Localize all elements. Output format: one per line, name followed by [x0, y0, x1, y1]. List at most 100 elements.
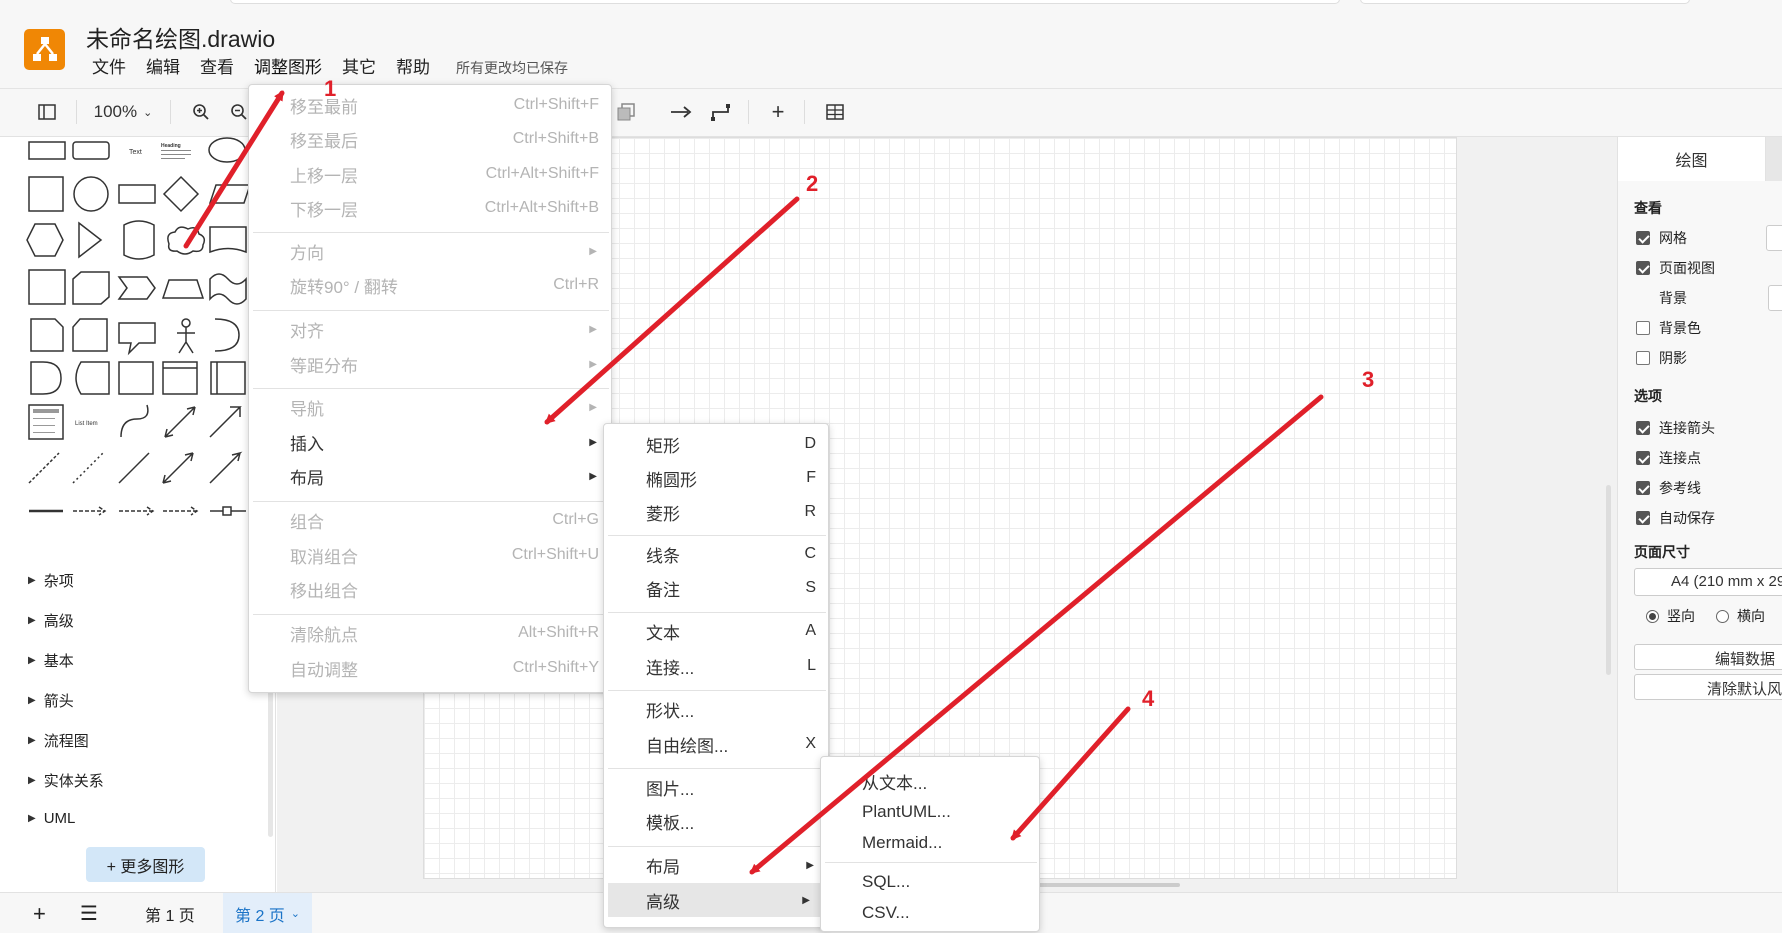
- menu-extras[interactable]: 其它: [342, 56, 376, 80]
- option-label: 横向: [1737, 608, 1765, 624]
- menu-item-direction[interactable]: 方向 ▶: [249, 234, 611, 268]
- checkbox-checked[interactable]: [1636, 261, 1650, 275]
- menu-item-send-backward[interactable]: 下移一层 Ctrl+Alt+Shift+B: [249, 191, 611, 225]
- menu-item-autosize[interactable]: 自动调整 Ctrl+Shift+Y: [249, 651, 611, 685]
- format-panel: 绘图 查看 网格 页面视图 背景 背景色 阴影 选项 连接箭头 连接点 参考线 …: [1617, 137, 1782, 892]
- category-arrows[interactable]: ▶ 箭头: [28, 690, 74, 711]
- checkbox-unchecked[interactable]: [1636, 351, 1650, 365]
- hamburger-icon[interactable]: ☰: [80, 893, 98, 933]
- zoom-select[interactable]: 100% ⌄: [88, 99, 158, 125]
- menu-item-group[interactable]: 组合 Ctrl+G: [249, 503, 611, 537]
- general-shapes[interactable]: Text Heading List Item: [25, 137, 252, 537]
- waypoint-icon[interactable]: [708, 99, 734, 125]
- menu-help[interactable]: 帮助: [396, 56, 430, 80]
- option-shadow[interactable]: 阴影: [1636, 348, 1687, 368]
- page-size-select[interactable]: A4 (210 mm x 297 mm): [1634, 568, 1782, 596]
- edit-data-button[interactable]: 编辑数据: [1634, 644, 1782, 670]
- orientation-portrait[interactable]: 竖向: [1646, 606, 1695, 626]
- shadow-copy-icon[interactable]: [613, 99, 639, 125]
- plus-icon[interactable]: +: [765, 99, 791, 125]
- menu-item-distribute[interactable]: 等距分布 ▶: [249, 347, 611, 381]
- insert-text[interactable]: 文本 A: [604, 614, 828, 648]
- background-button[interactable]: [1768, 285, 1782, 311]
- menu-item-navigation[interactable]: 导航 ▶: [249, 390, 611, 424]
- option-guides[interactable]: 参考线: [1636, 478, 1701, 498]
- insert-ellipse[interactable]: 椭圆形 F: [604, 461, 828, 495]
- category-misc[interactable]: ▶ 杂项: [28, 570, 74, 591]
- menu-item-remove-from-group[interactable]: 移出组合: [249, 572, 611, 606]
- checkbox-checked[interactable]: [1636, 451, 1650, 465]
- menu-arrange[interactable]: 调整图形: [254, 56, 322, 80]
- advanced-plantuml[interactable]: PlantUML...: [821, 795, 1039, 829]
- canvas-horizontal-scrollbar[interactable]: [1020, 883, 1180, 887]
- menu-item-ungroup[interactable]: 取消组合 Ctrl+Shift+U: [249, 538, 611, 572]
- caret-right-icon: ▶: [28, 775, 36, 786]
- tab-diagram[interactable]: 绘图: [1618, 137, 1766, 181]
- tab-page-2[interactable]: 第 2 页 ⌄: [223, 893, 313, 933]
- view-heading: 查看: [1634, 200, 1662, 216]
- canvas-vertical-scrollbar[interactable]: [1606, 485, 1611, 675]
- menu-item-to-back[interactable]: 移至最后 Ctrl+Shift+B: [249, 122, 611, 156]
- category-basic[interactable]: ▶ 基本: [28, 650, 74, 671]
- checkbox-checked[interactable]: [1636, 421, 1650, 435]
- insert-shape[interactable]: 形状...: [604, 692, 828, 726]
- menu-item-to-front[interactable]: 移至最前 Ctrl+Shift+F: [249, 88, 611, 122]
- insert-image[interactable]: 图片...: [604, 770, 828, 804]
- option-background-color[interactable]: 背景色: [1636, 318, 1701, 338]
- clear-default-style-button[interactable]: 清除默认风格: [1634, 674, 1782, 700]
- menu-item-align[interactable]: 对齐 ▶: [249, 312, 611, 346]
- menu-item-rotate[interactable]: 旋转90° / 翻转 Ctrl+R: [249, 268, 611, 302]
- advanced-csv[interactable]: CSV...: [821, 896, 1039, 930]
- more-shapes-button[interactable]: + 更多图形: [86, 847, 205, 882]
- zoom-in-icon[interactable]: [188, 99, 214, 125]
- table-icon[interactable]: [822, 99, 848, 125]
- insert-rectangle[interactable]: 矩形 D: [604, 427, 828, 461]
- menu-item-label: 布局: [290, 468, 324, 488]
- sidebar-toggle-icon[interactable]: [34, 99, 60, 125]
- connector-arrow-icon[interactable]: [668, 99, 694, 125]
- tab-page-1[interactable]: 第 1 页: [145, 893, 195, 933]
- advanced-mermaid[interactable]: Mermaid...: [821, 826, 1039, 860]
- advanced-sql[interactable]: SQL...: [821, 865, 1039, 899]
- checkbox-checked[interactable]: [1636, 231, 1650, 245]
- category-entity-relation[interactable]: ▶ 实体关系: [28, 770, 104, 791]
- insert-line[interactable]: 线条 C: [604, 537, 828, 571]
- option-autosave[interactable]: 自动保存: [1636, 508, 1715, 528]
- checkbox-checked[interactable]: [1636, 481, 1650, 495]
- insert-rhombus[interactable]: 菱形 R: [604, 495, 828, 529]
- menu-item-insert[interactable]: 插入 ▶: [249, 425, 611, 459]
- menu-item-bring-forward[interactable]: 上移一层 Ctrl+Alt+Shift+F: [249, 157, 611, 191]
- option-grid[interactable]: 网格: [1636, 228, 1687, 248]
- radio-selected[interactable]: [1646, 609, 1659, 623]
- menu-item-shortcut: Ctrl+Alt+Shift+B: [484, 199, 599, 216]
- menu-view[interactable]: 查看: [200, 56, 234, 80]
- insert-advanced[interactable]: 高级 ▶: [608, 883, 824, 917]
- option-connection-arrows[interactable]: 连接箭头: [1636, 418, 1715, 438]
- insert-note[interactable]: 备注 S: [604, 571, 828, 605]
- shape-heading-sample: Heading: [161, 143, 181, 149]
- orientation-landscape[interactable]: 横向: [1716, 606, 1765, 626]
- category-advanced[interactable]: ▶ 高级: [28, 610, 74, 631]
- grid-size-input[interactable]: [1766, 225, 1782, 251]
- insert-template[interactable]: 模板...: [604, 804, 828, 838]
- category-uml[interactable]: ▶ UML: [28, 810, 75, 827]
- menu-edit[interactable]: 编辑: [146, 56, 180, 80]
- checkbox-checked[interactable]: [1636, 511, 1650, 525]
- menu-file[interactable]: 文件: [92, 56, 126, 80]
- insert-link[interactable]: 连接... L: [604, 649, 828, 683]
- insert-freehand[interactable]: 自由绘图... X: [604, 727, 828, 761]
- chevron-down-icon[interactable]: ⌄: [291, 907, 300, 920]
- radio-unselected[interactable]: [1716, 609, 1729, 623]
- option-connection-points[interactable]: 连接点: [1636, 448, 1701, 468]
- document-title[interactable]: 未命名绘图.drawio: [86, 20, 275, 54]
- add-page-icon[interactable]: +: [33, 893, 46, 933]
- category-flowchart[interactable]: ▶ 流程图: [28, 730, 89, 751]
- insert-layout[interactable]: 布局 ▶: [604, 848, 828, 882]
- menu-item-shortcut: Ctrl+Alt+Shift+F: [485, 165, 599, 182]
- tab-inactive[interactable]: [1766, 137, 1782, 181]
- menu-item-layout[interactable]: 布局 ▶: [249, 459, 611, 493]
- menu-item-clear-waypoints[interactable]: 清除航点 Alt+Shift+R: [249, 616, 611, 650]
- checkbox-unchecked[interactable]: [1636, 321, 1650, 335]
- option-page-view[interactable]: 页面视图: [1636, 258, 1715, 278]
- advanced-from-text[interactable]: 从文本...: [821, 764, 1039, 798]
